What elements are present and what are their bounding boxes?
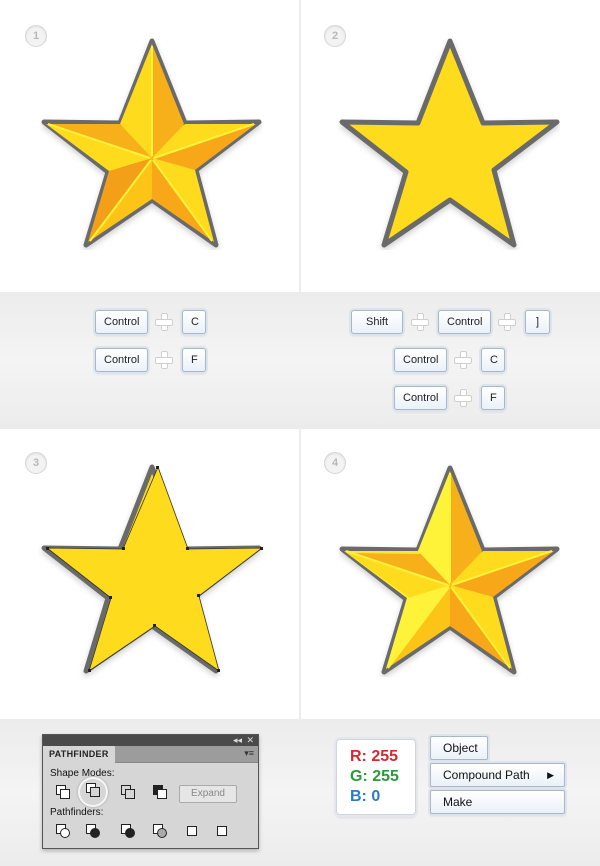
pathfinder-palette: ◂◂ ✕ PATHFINDER ▾≡ Shape Modes: Expand P…: [42, 734, 259, 849]
palette-titlebar: ◂◂ ✕: [43, 735, 258, 746]
blue-value: B: 0: [350, 788, 381, 805]
compound-path-label: Compound Path: [443, 768, 530, 782]
offset-star-3: [41, 464, 263, 674]
plus-icon: [498, 313, 516, 331]
key-control: Control: [95, 310, 148, 334]
crop-icon[interactable]: [153, 824, 167, 838]
key-f: F: [182, 348, 206, 372]
compound-path-menu-item[interactable]: Compound Path ▶: [430, 763, 565, 787]
green-value: G: 255: [350, 768, 399, 785]
make-menu-item[interactable]: Make: [430, 790, 565, 814]
plus-icon: [155, 313, 173, 331]
key-bracket: ]: [525, 310, 550, 334]
divide-icon[interactable]: [56, 824, 70, 838]
key-shift: Shift: [351, 310, 403, 334]
intersect-icon[interactable]: [121, 785, 135, 799]
merge-icon[interactable]: [121, 824, 135, 838]
tab-pathfinder[interactable]: PATHFINDER: [43, 746, 115, 763]
plus-icon: [411, 313, 429, 331]
unite-icon[interactable]: [56, 785, 70, 799]
rgb-values-box: R: 255 G: 255 B: 0: [336, 739, 416, 815]
plus-icon: [454, 351, 472, 369]
pathfinders-label: Pathfinders:: [50, 807, 104, 818]
key-c: C: [481, 348, 505, 372]
key-control: Control: [394, 348, 447, 372]
object-menu[interactable]: Object: [430, 736, 488, 760]
submenu-arrow-icon: ▶: [547, 770, 554, 780]
collapse-icon[interactable]: ◂◂: [233, 735, 242, 746]
key-control: Control: [394, 386, 447, 410]
flat-star-2: [339, 38, 560, 248]
key-control: Control: [438, 310, 491, 334]
shape-modes-label: Shape Modes:: [50, 768, 115, 779]
plus-icon: [155, 351, 173, 369]
expand-button[interactable]: Expand: [179, 785, 237, 803]
minus-back-icon[interactable]: [215, 824, 229, 838]
exclude-icon[interactable]: [153, 785, 167, 799]
trim-icon[interactable]: [86, 824, 100, 838]
minus-front-icon[interactable]: [86, 783, 100, 797]
outline-icon[interactable]: [185, 824, 199, 838]
panel-menu-icon[interactable]: ▾≡: [244, 748, 254, 759]
key-c: C: [182, 310, 206, 334]
close-icon[interactable]: ✕: [246, 735, 254, 746]
red-value: R: 255: [350, 748, 399, 765]
palette-tabs: PATHFINDER ▾≡: [43, 746, 258, 763]
plus-icon: [454, 389, 472, 407]
key-f: F: [481, 386, 505, 410]
faceted-star-4: [339, 465, 560, 675]
key-control: Control: [95, 348, 148, 372]
faceted-star-1: [41, 38, 262, 248]
